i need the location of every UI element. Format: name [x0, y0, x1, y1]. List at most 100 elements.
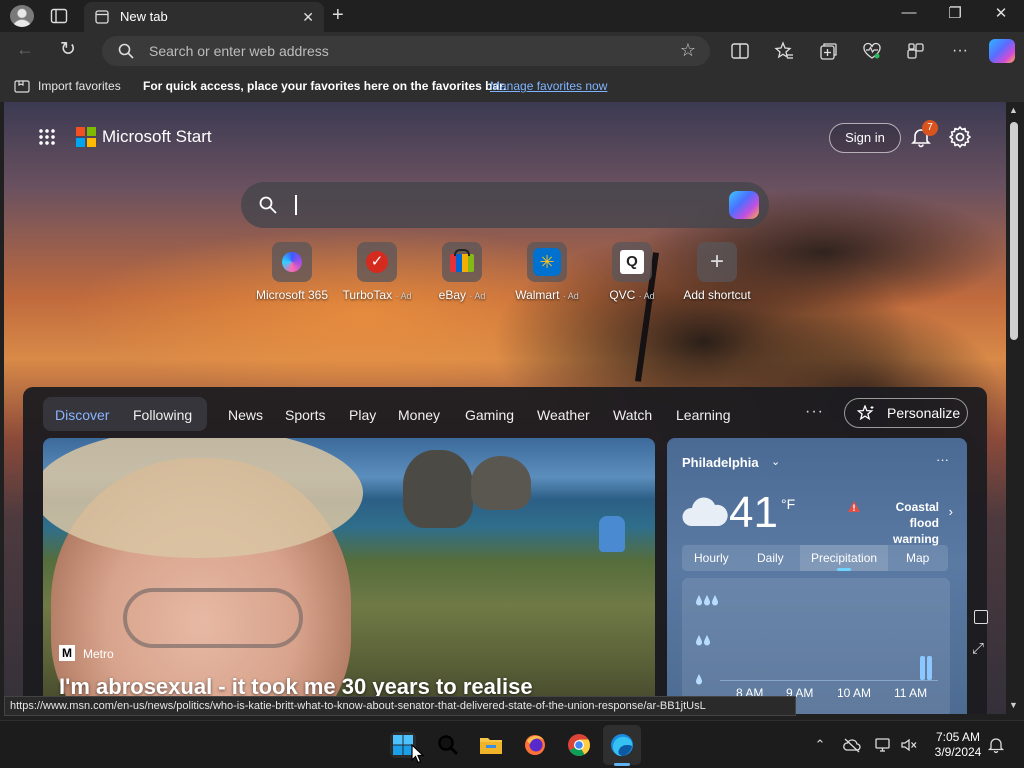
warning-triangle-icon — [848, 501, 860, 512]
scroll-up-icon[interactable]: ▲ — [1009, 105, 1018, 115]
split-screen-icon[interactable] — [730, 41, 750, 61]
shortcut-label: Microsoft 365 — [255, 288, 329, 302]
weather-tab-hourly[interactable]: Hourly — [694, 551, 729, 565]
shortcut-add[interactable]: + Add shortcut — [672, 242, 762, 302]
ad-tag: · Ad — [562, 291, 579, 301]
weather-more-icon[interactable]: ··· — [936, 452, 949, 467]
precip-level-medium-icon — [696, 635, 712, 649]
tab-following[interactable]: Following — [133, 407, 192, 423]
tab-news[interactable]: News — [228, 407, 263, 423]
tab-watch[interactable]: Watch — [613, 407, 652, 423]
tab-discover[interactable]: Discover — [55, 407, 109, 423]
onedrive-offline-icon[interactable] — [843, 736, 861, 754]
expand-icon[interactable]: ⤢ — [972, 640, 984, 657]
web-search-box[interactable] — [241, 182, 769, 228]
weather-tab-map[interactable]: Map — [906, 551, 929, 565]
time-label: 10 AM — [837, 686, 872, 700]
turbotax-icon: ✓ — [357, 242, 397, 282]
network-icon[interactable] — [874, 736, 892, 754]
ad-tag: · Ad — [469, 291, 486, 301]
show-hidden-icons-chevron-icon[interactable]: ⌃ — [811, 736, 829, 754]
shortcut-label: Walmart — [515, 288, 560, 302]
scroll-down-icon[interactable]: ▼ — [1009, 700, 1018, 710]
copilot-icon[interactable] — [989, 39, 1015, 63]
edge-icon[interactable] — [609, 732, 635, 758]
microsoft-365-icon — [272, 242, 312, 282]
close-tab-icon[interactable]: ✕ — [302, 9, 314, 26]
shortcut-turbotax[interactable]: ✓ TurboTax · Ad — [332, 242, 422, 302]
browser-essentials-icon[interactable] — [862, 41, 882, 61]
refresh-icon[interactable]: ↻ — [60, 38, 76, 61]
tab-play[interactable]: Play — [349, 407, 376, 423]
chrome-icon[interactable] — [566, 732, 592, 758]
cloudy-weather-icon — [682, 497, 728, 526]
text-caret — [295, 195, 297, 215]
favorite-star-icon[interactable]: ☆ — [680, 40, 696, 61]
weather-alert[interactable]: Coastal flood warning — [865, 499, 939, 547]
firefox-icon[interactable] — [522, 732, 548, 758]
tab-new-tab[interactable]: New tab ✕ — [84, 2, 324, 32]
sign-in-button[interactable]: Sign in — [829, 123, 901, 153]
hiker-figure — [599, 516, 625, 552]
address-bar[interactable]: Search or enter web address ☆ — [102, 36, 710, 66]
brand-title[interactable]: Microsoft Start — [102, 127, 212, 147]
import-favorites-icon — [14, 80, 30, 93]
precip-bar — [920, 656, 925, 680]
tab-weather[interactable]: Weather — [537, 407, 590, 423]
favorites-tip-text: For quick access, place your favorites h… — [143, 79, 507, 93]
system-clock[interactable]: 7:05 AM 3/9/2024 — [930, 730, 986, 760]
manage-favorites-link[interactable]: Manage favorites now — [490, 79, 607, 93]
file-explorer-icon[interactable] — [478, 732, 504, 758]
profile-avatar-icon[interactable] — [10, 5, 34, 27]
restore-icon[interactable]: ❐ — [940, 4, 970, 22]
new-tab-plus-icon[interactable]: + — [332, 4, 350, 27]
volume-muted-icon[interactable] — [900, 736, 918, 754]
weather-tab-daily[interactable]: Daily — [757, 551, 784, 565]
precip-level-heavy-icon — [696, 595, 720, 609]
precipitation-chart: 8 AM 9 AM 10 AM 11 AM — [682, 578, 950, 714]
temperature-unit: °F — [781, 496, 796, 512]
tab-gaming[interactable]: Gaming — [465, 407, 514, 423]
weather-tab-precipitation[interactable]: Precipitation — [811, 551, 877, 565]
precip-bar — [927, 656, 932, 680]
chevron-right-icon[interactable]: › — [949, 504, 953, 519]
shortcut-label: QVC — [609, 288, 636, 302]
article-source: Metro — [83, 647, 114, 661]
shortcut-walmart[interactable]: ✳ Walmart · Ad — [502, 242, 592, 302]
more-options-icon[interactable]: ··· — [950, 41, 970, 61]
qvc-icon: Q — [612, 242, 652, 282]
back-arrow-icon[interactable]: ← — [16, 39, 34, 60]
collections-icon[interactable] — [818, 41, 838, 61]
image-feedback-icon[interactable] — [974, 610, 988, 624]
tab-sports[interactable]: Sports — [285, 407, 325, 423]
copilot-search-icon[interactable] — [729, 191, 759, 219]
app-launcher-icon[interactable] — [38, 128, 56, 146]
weather-city[interactable]: Philadelphia — [682, 455, 759, 470]
taskbar-search-icon[interactable] — [435, 732, 461, 758]
shortcut-label: Add shortcut — [683, 288, 751, 302]
minimize-icon[interactable]: — — [894, 4, 924, 21]
tab-actions-icon[interactable] — [50, 7, 68, 25]
more-tabs-icon[interactable]: ··· — [805, 403, 824, 421]
personalize-button[interactable]: Personalize — [844, 398, 968, 428]
settings-gear-icon[interactable] — [948, 125, 972, 149]
sparkle-star-icon — [857, 405, 874, 421]
extensions-icon[interactable] — [906, 41, 926, 61]
close-window-icon[interactable]: ✕ — [986, 4, 1016, 22]
chevron-down-icon[interactable]: ⌄ — [771, 455, 780, 468]
article-photo-glasses — [123, 588, 303, 648]
tab-learning[interactable]: Learning — [676, 407, 731, 423]
tab-title: New tab — [120, 9, 168, 24]
favorites-icon[interactable] — [774, 41, 794, 61]
ad-tag: · Ad — [638, 291, 655, 301]
import-favorites-button[interactable]: Import favorites — [38, 79, 121, 93]
tab-money[interactable]: Money — [398, 407, 440, 423]
scrollbar-thumb[interactable] — [1010, 122, 1018, 340]
weather-card[interactable]: Philadelphia ⌄ ··· 41 °F Coastal flood w… — [667, 438, 967, 714]
notification-center-bell-icon[interactable] — [987, 736, 1005, 754]
shortcut-ebay[interactable]: eBay · Ad — [417, 242, 507, 302]
temperature-value: 41 — [729, 488, 778, 537]
hero-article-card[interactable]: M Metro I'm abrosexual - it took me 30 y… — [43, 438, 655, 714]
shortcut-qvc[interactable]: Q QVC · Ad — [587, 242, 677, 302]
shortcut-microsoft-365[interactable]: Microsoft 365 — [247, 242, 337, 302]
